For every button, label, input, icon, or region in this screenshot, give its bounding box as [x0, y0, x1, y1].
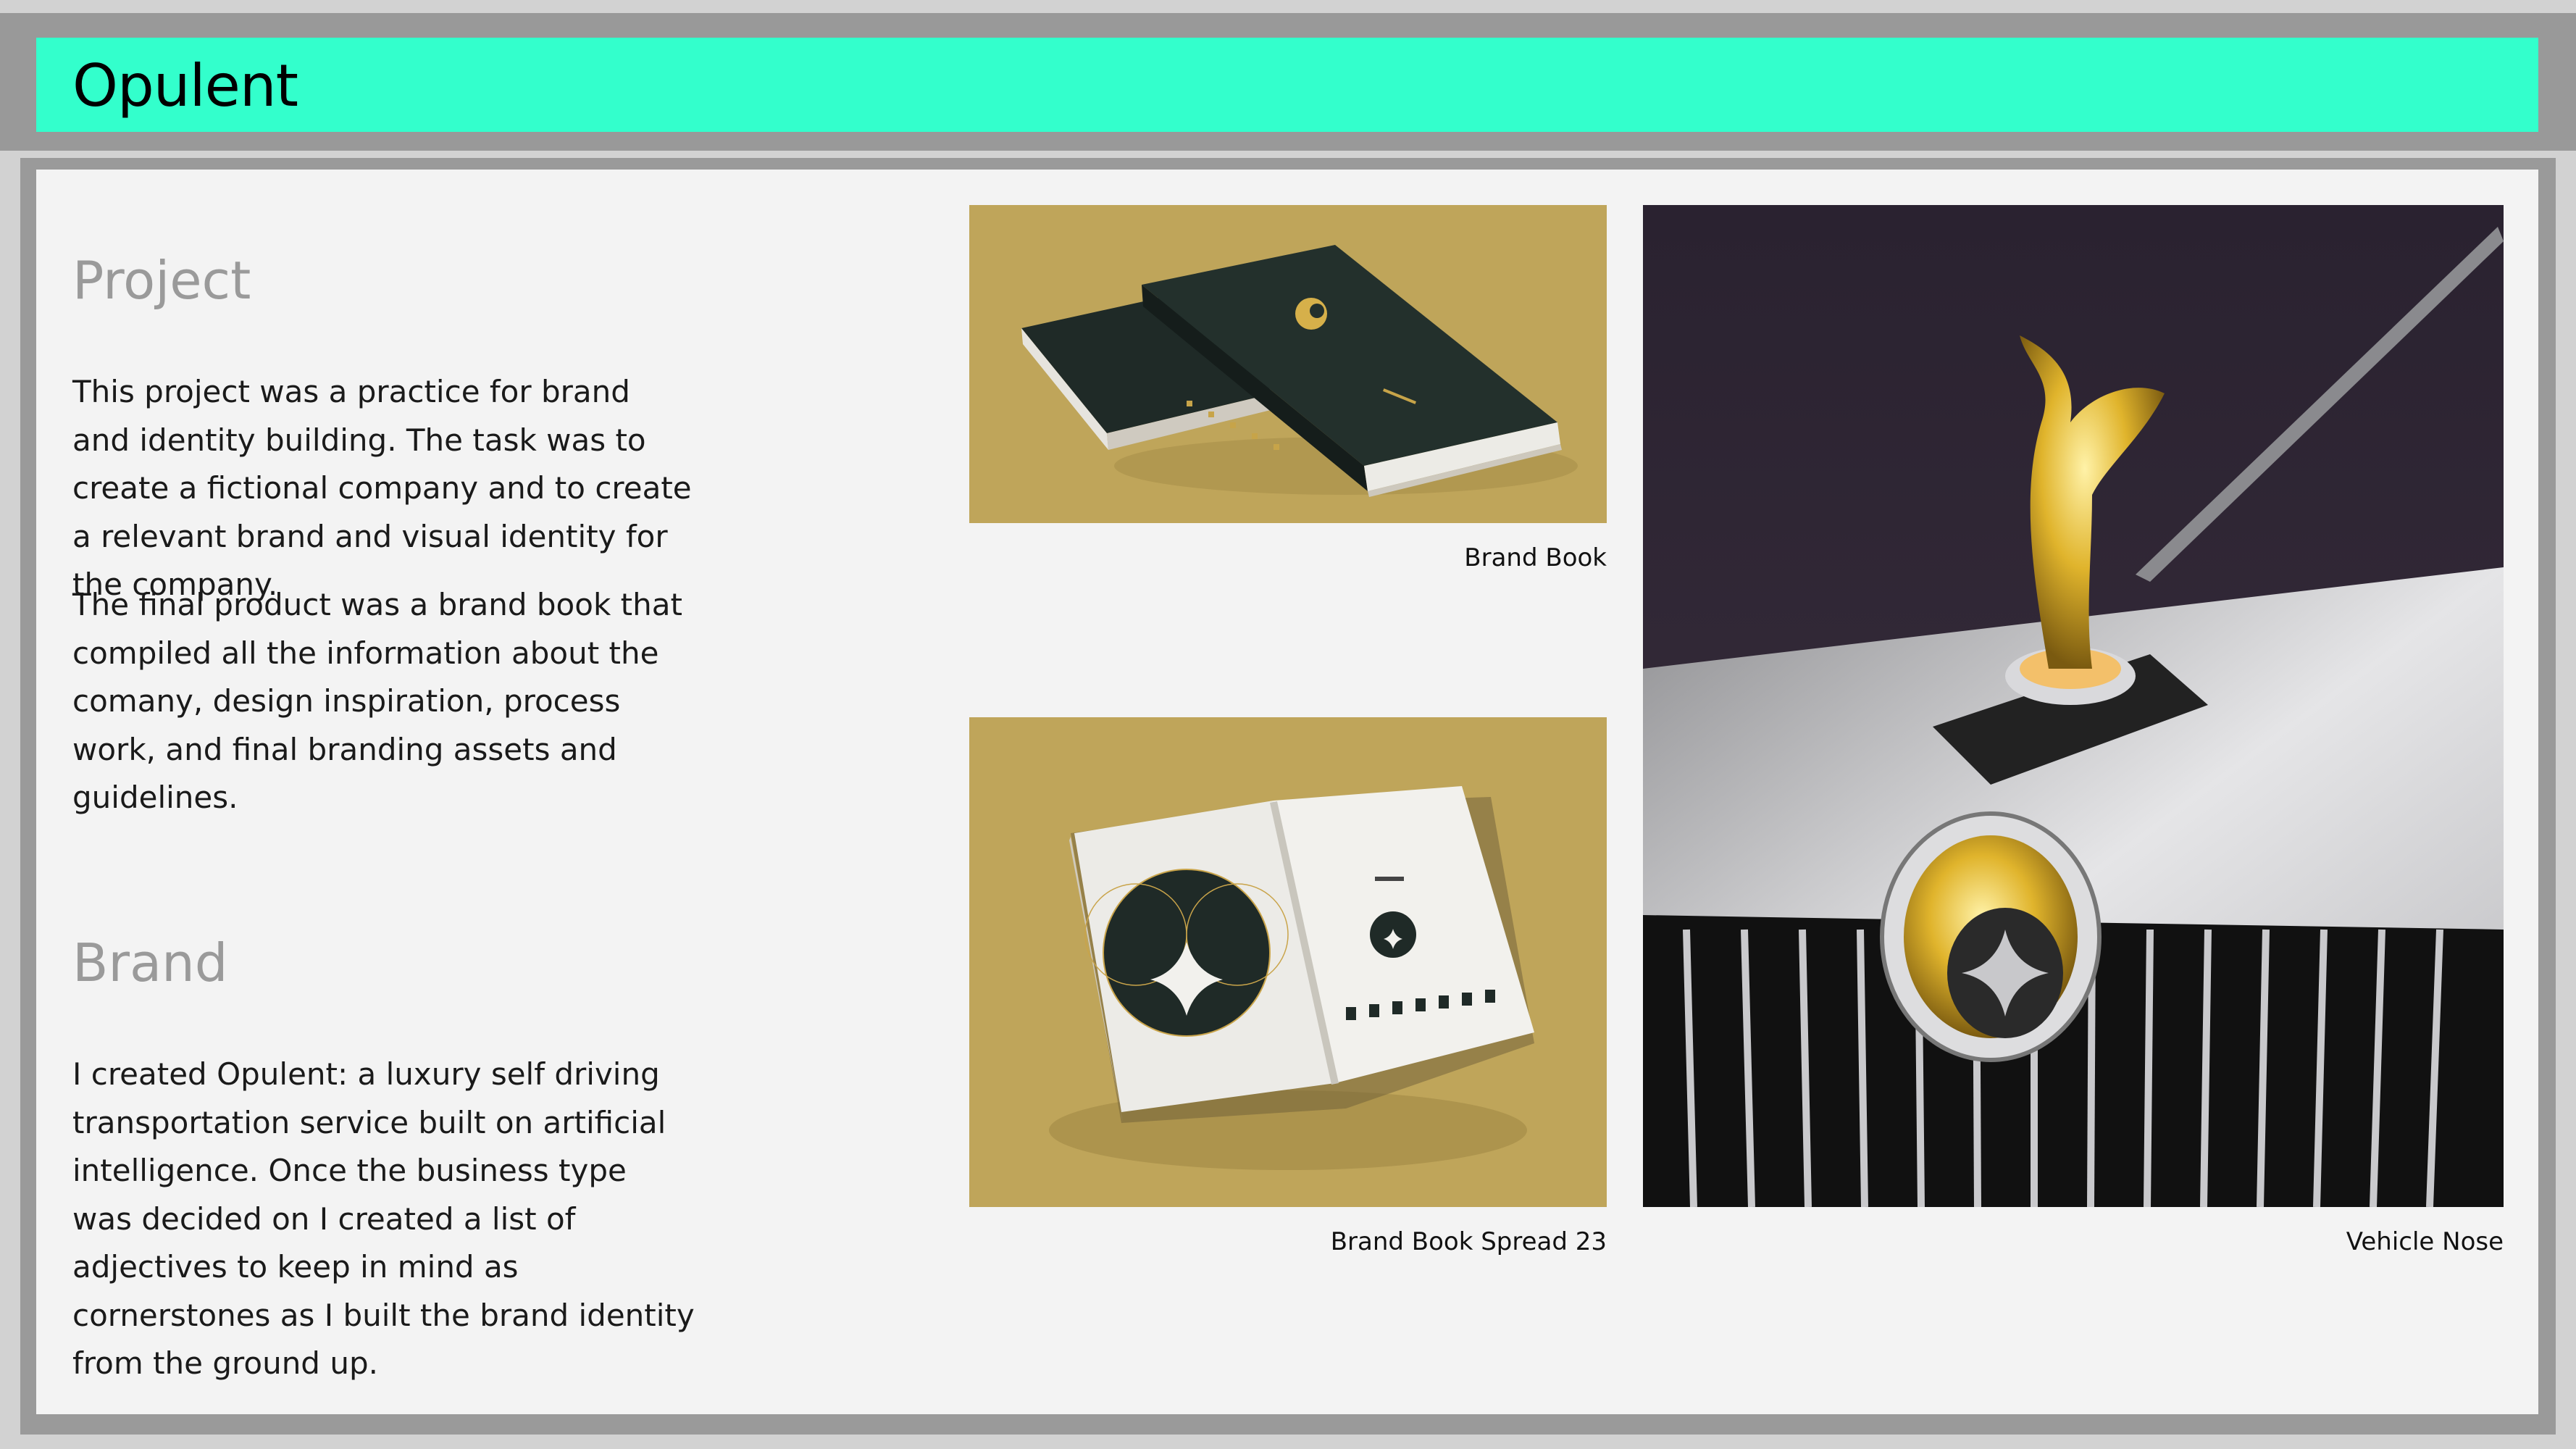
brand-book-spread-illustration: [969, 717, 1607, 1207]
project-paragraph-2: The final product was a brand book that …: [72, 587, 682, 815]
project-heading: Project: [72, 250, 251, 311]
brand-paragraph: I created Opulent: a luxury self driving…: [72, 1056, 695, 1381]
brand-book-illustration: [969, 205, 1607, 523]
brand-book-spread-image[interactable]: [969, 717, 1607, 1207]
project-paragraph-1: This project was a practice for brand an…: [72, 374, 692, 602]
title-bar: [36, 38, 2538, 132]
brand-book-caption: Brand Book: [1464, 543, 1607, 572]
brand-book-image[interactable]: [969, 205, 1607, 523]
vehicle-nose-illustration: [1643, 205, 2504, 1207]
vehicle-nose-image[interactable]: [1643, 205, 2504, 1207]
page-title: Opulent: [72, 52, 298, 120]
brand-book-spread-caption: Brand Book Spread 23: [1330, 1227, 1607, 1256]
brand-heading: Brand: [72, 932, 228, 993]
vehicle-nose-caption: Vehicle Nose: [2346, 1227, 2504, 1256]
